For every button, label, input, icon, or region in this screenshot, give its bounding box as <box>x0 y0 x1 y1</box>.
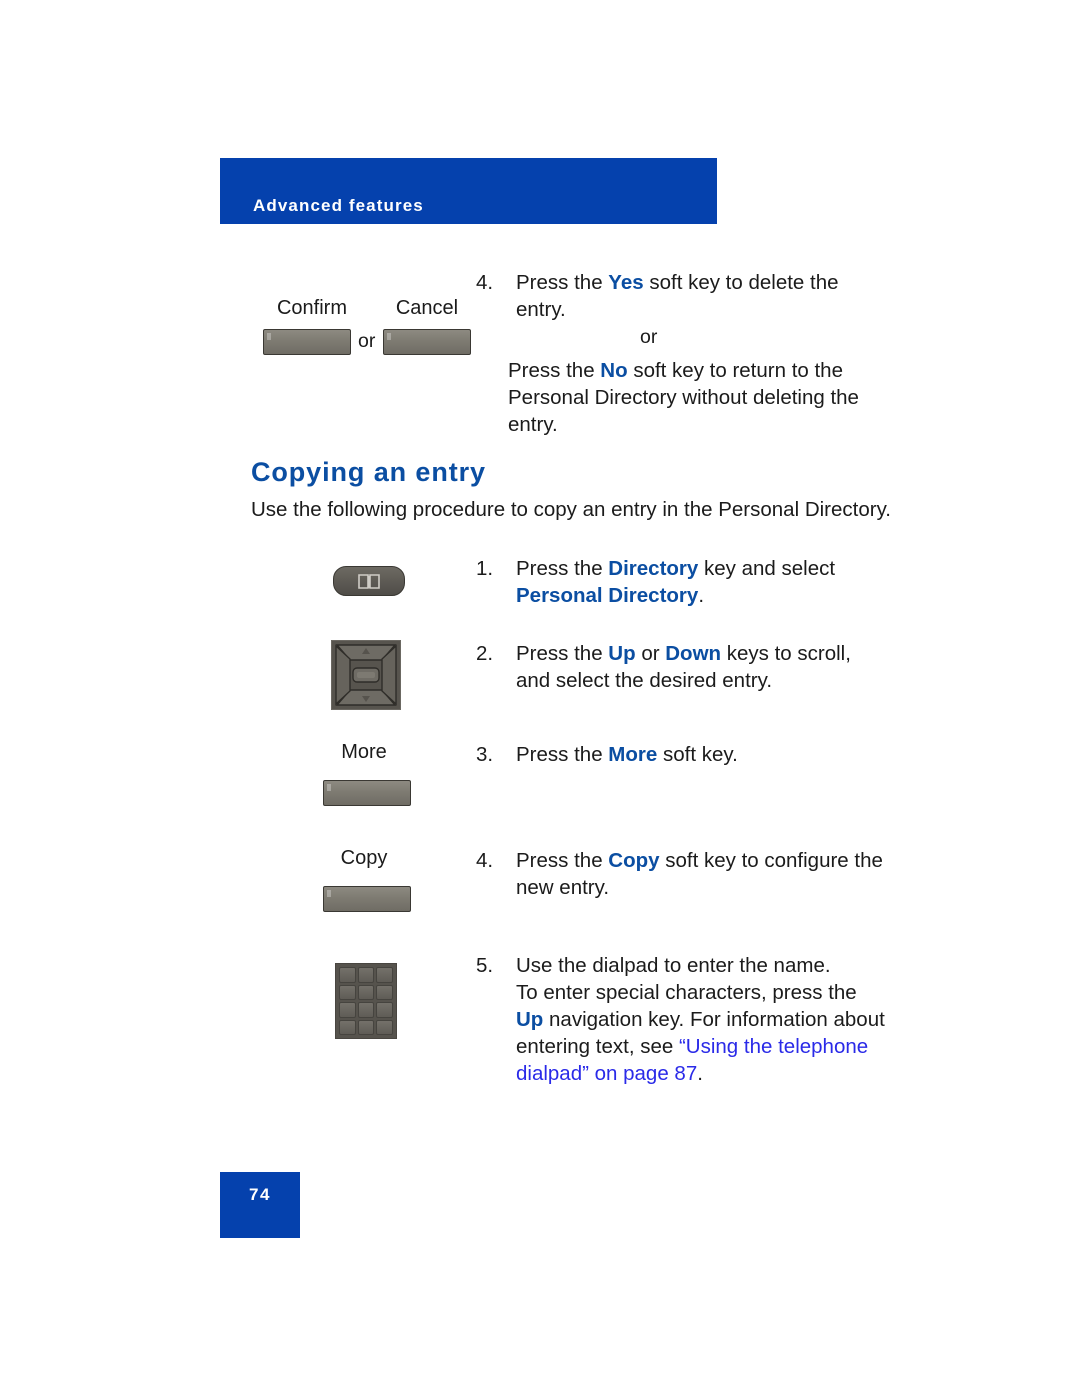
key-name-more: More <box>608 743 658 766</box>
step-3: 3. Press the More soft key. <box>476 741 876 768</box>
step-1: 1. Press the Directory key and select Pe… <box>476 555 876 609</box>
confirm-softkey-label: Confirm <box>276 297 347 319</box>
step-text-line2: To enter special characters, press the <box>516 981 857 1004</box>
key-name-down: Down <box>665 642 722 665</box>
dialpad-key[interactable] <box>357 1019 375 1035</box>
step-text-pre: Press the <box>516 642 609 665</box>
navigation-cluster-icon[interactable] <box>331 640 401 710</box>
cancel-softkey-label: Cancel <box>395 297 459 319</box>
more-softkey-label: More <box>341 741 387 763</box>
chapter-header-bar: Advanced features <box>220 158 717 224</box>
step-text-pre: Press the <box>516 743 609 766</box>
cross-reference-link[interactable]: “Using the telephone <box>679 1035 868 1058</box>
step-text-period: . <box>698 584 705 607</box>
dialpad-key[interactable] <box>357 984 375 1000</box>
step-text: Press the Yes soft key to delete the ent… <box>516 269 839 323</box>
step-number: 4. <box>476 271 494 294</box>
step-text-pre: Press the <box>516 271 609 294</box>
key-name-up: Up <box>608 642 636 665</box>
dialpad-key[interactable] <box>357 967 375 983</box>
step-4: 4. Press the Copy soft key to configure … <box>476 847 886 901</box>
alt-text-pre: Press the <box>508 359 601 382</box>
step-number: 2. <box>476 642 494 665</box>
step-text: Press the More soft key. <box>516 741 738 768</box>
dialpad-icon[interactable] <box>335 963 397 1039</box>
more-softkey-button[interactable] <box>323 780 411 806</box>
dialpad-key[interactable] <box>357 1002 375 1018</box>
step-text-line2: and select the desired entry. <box>516 669 773 692</box>
dialpad-key[interactable] <box>339 984 356 1000</box>
step-text-post: soft key. <box>657 743 738 766</box>
key-name-directory: Directory <box>608 557 699 580</box>
step-continued-4: 4. Press the Yes soft key to delete the … <box>476 269 876 323</box>
section-heading: Copying an entry <box>251 457 486 487</box>
step-text-line4-pre: entering text, see <box>516 1035 679 1058</box>
dialpad-key[interactable] <box>339 967 356 983</box>
key-name-no: No <box>600 359 628 382</box>
chapter-title: Advanced features <box>253 196 424 215</box>
cross-reference-link-cont[interactable]: dialpad” on page 87 <box>516 1062 697 1085</box>
key-name-yes: Yes <box>608 271 644 294</box>
step-text: Press the Directory key and select Perso… <box>516 555 835 609</box>
step-text-line1: Use the dialpad to enter the name. <box>516 954 831 977</box>
step-number: 5. <box>476 954 494 977</box>
dialpad-key[interactable] <box>376 1019 393 1035</box>
section-intro-text: Use the following procedure to copy an e… <box>251 498 892 521</box>
four-way-nav-icon <box>332 641 400 709</box>
or-separator-text: or <box>640 326 658 348</box>
dialpad-key[interactable] <box>376 1002 393 1018</box>
step-text-post: soft key to delete the <box>643 271 839 294</box>
key-name-copy: Copy <box>608 849 660 872</box>
copy-softkey-button[interactable] <box>323 886 411 912</box>
dialpad-key[interactable] <box>339 1019 356 1035</box>
cancel-softkey-button[interactable] <box>383 329 471 355</box>
step-number: 1. <box>476 557 494 580</box>
alt-text-line4: Personal Directory without deleting the <box>508 386 859 409</box>
or-separator-keys: or <box>358 330 376 352</box>
step-text-line2: new entry. <box>516 876 610 899</box>
directory-key-icon[interactable] <box>333 566 405 596</box>
alt-text-post: soft key to return to the <box>627 359 843 382</box>
alt-text-line5: entry. <box>508 413 558 436</box>
key-name-up: Up <box>516 1008 544 1031</box>
step-5: 5. Use the dialpad to enter the name. To… <box>476 952 896 1087</box>
step-continued-4-alt-text: Press the No soft key to return to the P… <box>508 357 908 438</box>
step-text: Use the dialpad to enter the name. To en… <box>516 952 885 1087</box>
step-text-post: key and select <box>698 557 836 580</box>
dialpad-key[interactable] <box>376 967 393 983</box>
step-text-post: keys to scroll, <box>721 642 851 665</box>
step-number: 3. <box>476 743 494 766</box>
step-text-mid: or <box>635 642 666 665</box>
copy-softkey-label: Copy <box>340 847 388 869</box>
step-text-line2: entry. <box>516 298 566 321</box>
confirm-softkey-button[interactable] <box>263 329 351 355</box>
dialpad-key[interactable] <box>376 984 393 1000</box>
step-text-line3-post: navigation key. For information about <box>543 1008 885 1031</box>
step-text: Press the Up or Down keys to scroll, and… <box>516 640 851 694</box>
page-number: 74 <box>248 1185 272 1204</box>
step-number: 4. <box>476 849 494 872</box>
step-text-post: soft key to configure the <box>659 849 883 872</box>
step-2: 2. Press the Up or Down keys to scroll, … <box>476 640 876 694</box>
document-page: Advanced features Confirm Cancel or 4. P… <box>0 0 1080 1397</box>
book-icon <box>358 573 380 589</box>
step-text-pre: Press the <box>516 557 609 580</box>
dialpad-key[interactable] <box>339 1002 356 1018</box>
step-text-period: . <box>697 1062 703 1085</box>
step-text: Press the Copy soft key to configure the… <box>516 847 883 901</box>
menu-name-personal-directory: Personal Directory <box>516 584 699 607</box>
step-text-pre: Press the <box>516 849 609 872</box>
page-number-box: 74 <box>220 1172 300 1238</box>
